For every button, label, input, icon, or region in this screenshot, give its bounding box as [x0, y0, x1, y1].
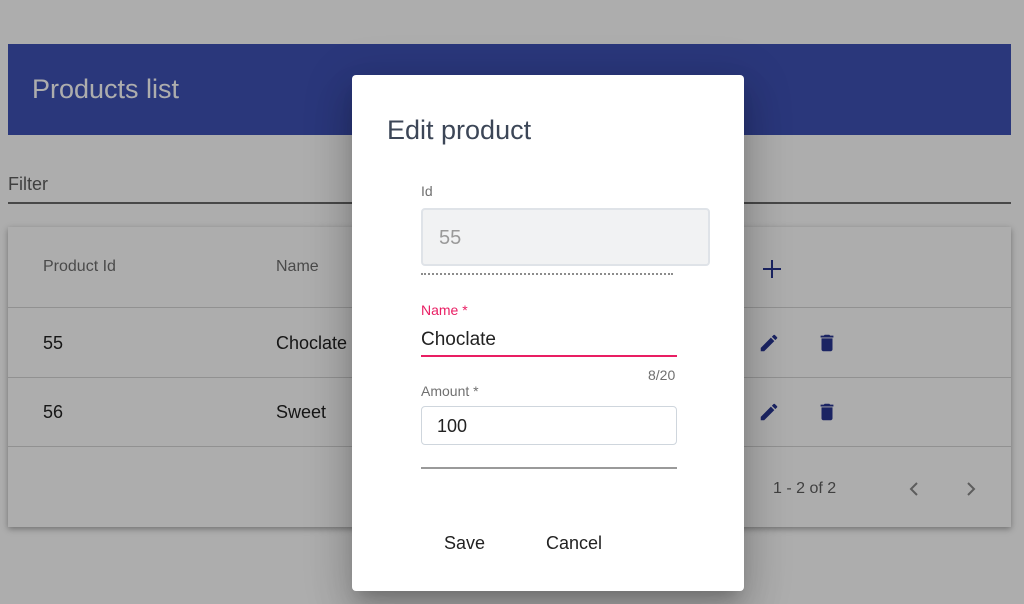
amount-input[interactable]: [437, 415, 657, 437]
amount-underline: [421, 467, 677, 469]
save-button[interactable]: Save: [434, 527, 495, 559]
name-char-counter: 8/20: [648, 367, 676, 383]
amount-label: Amount *: [421, 383, 479, 399]
id-label: Id: [421, 183, 433, 199]
dialog-title: Edit product: [387, 115, 532, 145]
name-input[interactable]: [421, 327, 677, 353]
id-field: 55: [421, 208, 710, 266]
edit-product-dialog: Edit product Id 55 Name * 8/20 Amount * …: [352, 75, 744, 591]
id-field-underline: [421, 273, 673, 275]
name-label: Name *: [421, 302, 468, 318]
id-value: 55: [439, 227, 462, 249]
name-underline: [421, 355, 677, 357]
cancel-button[interactable]: Cancel: [536, 527, 612, 559]
amount-field[interactable]: [421, 406, 677, 445]
